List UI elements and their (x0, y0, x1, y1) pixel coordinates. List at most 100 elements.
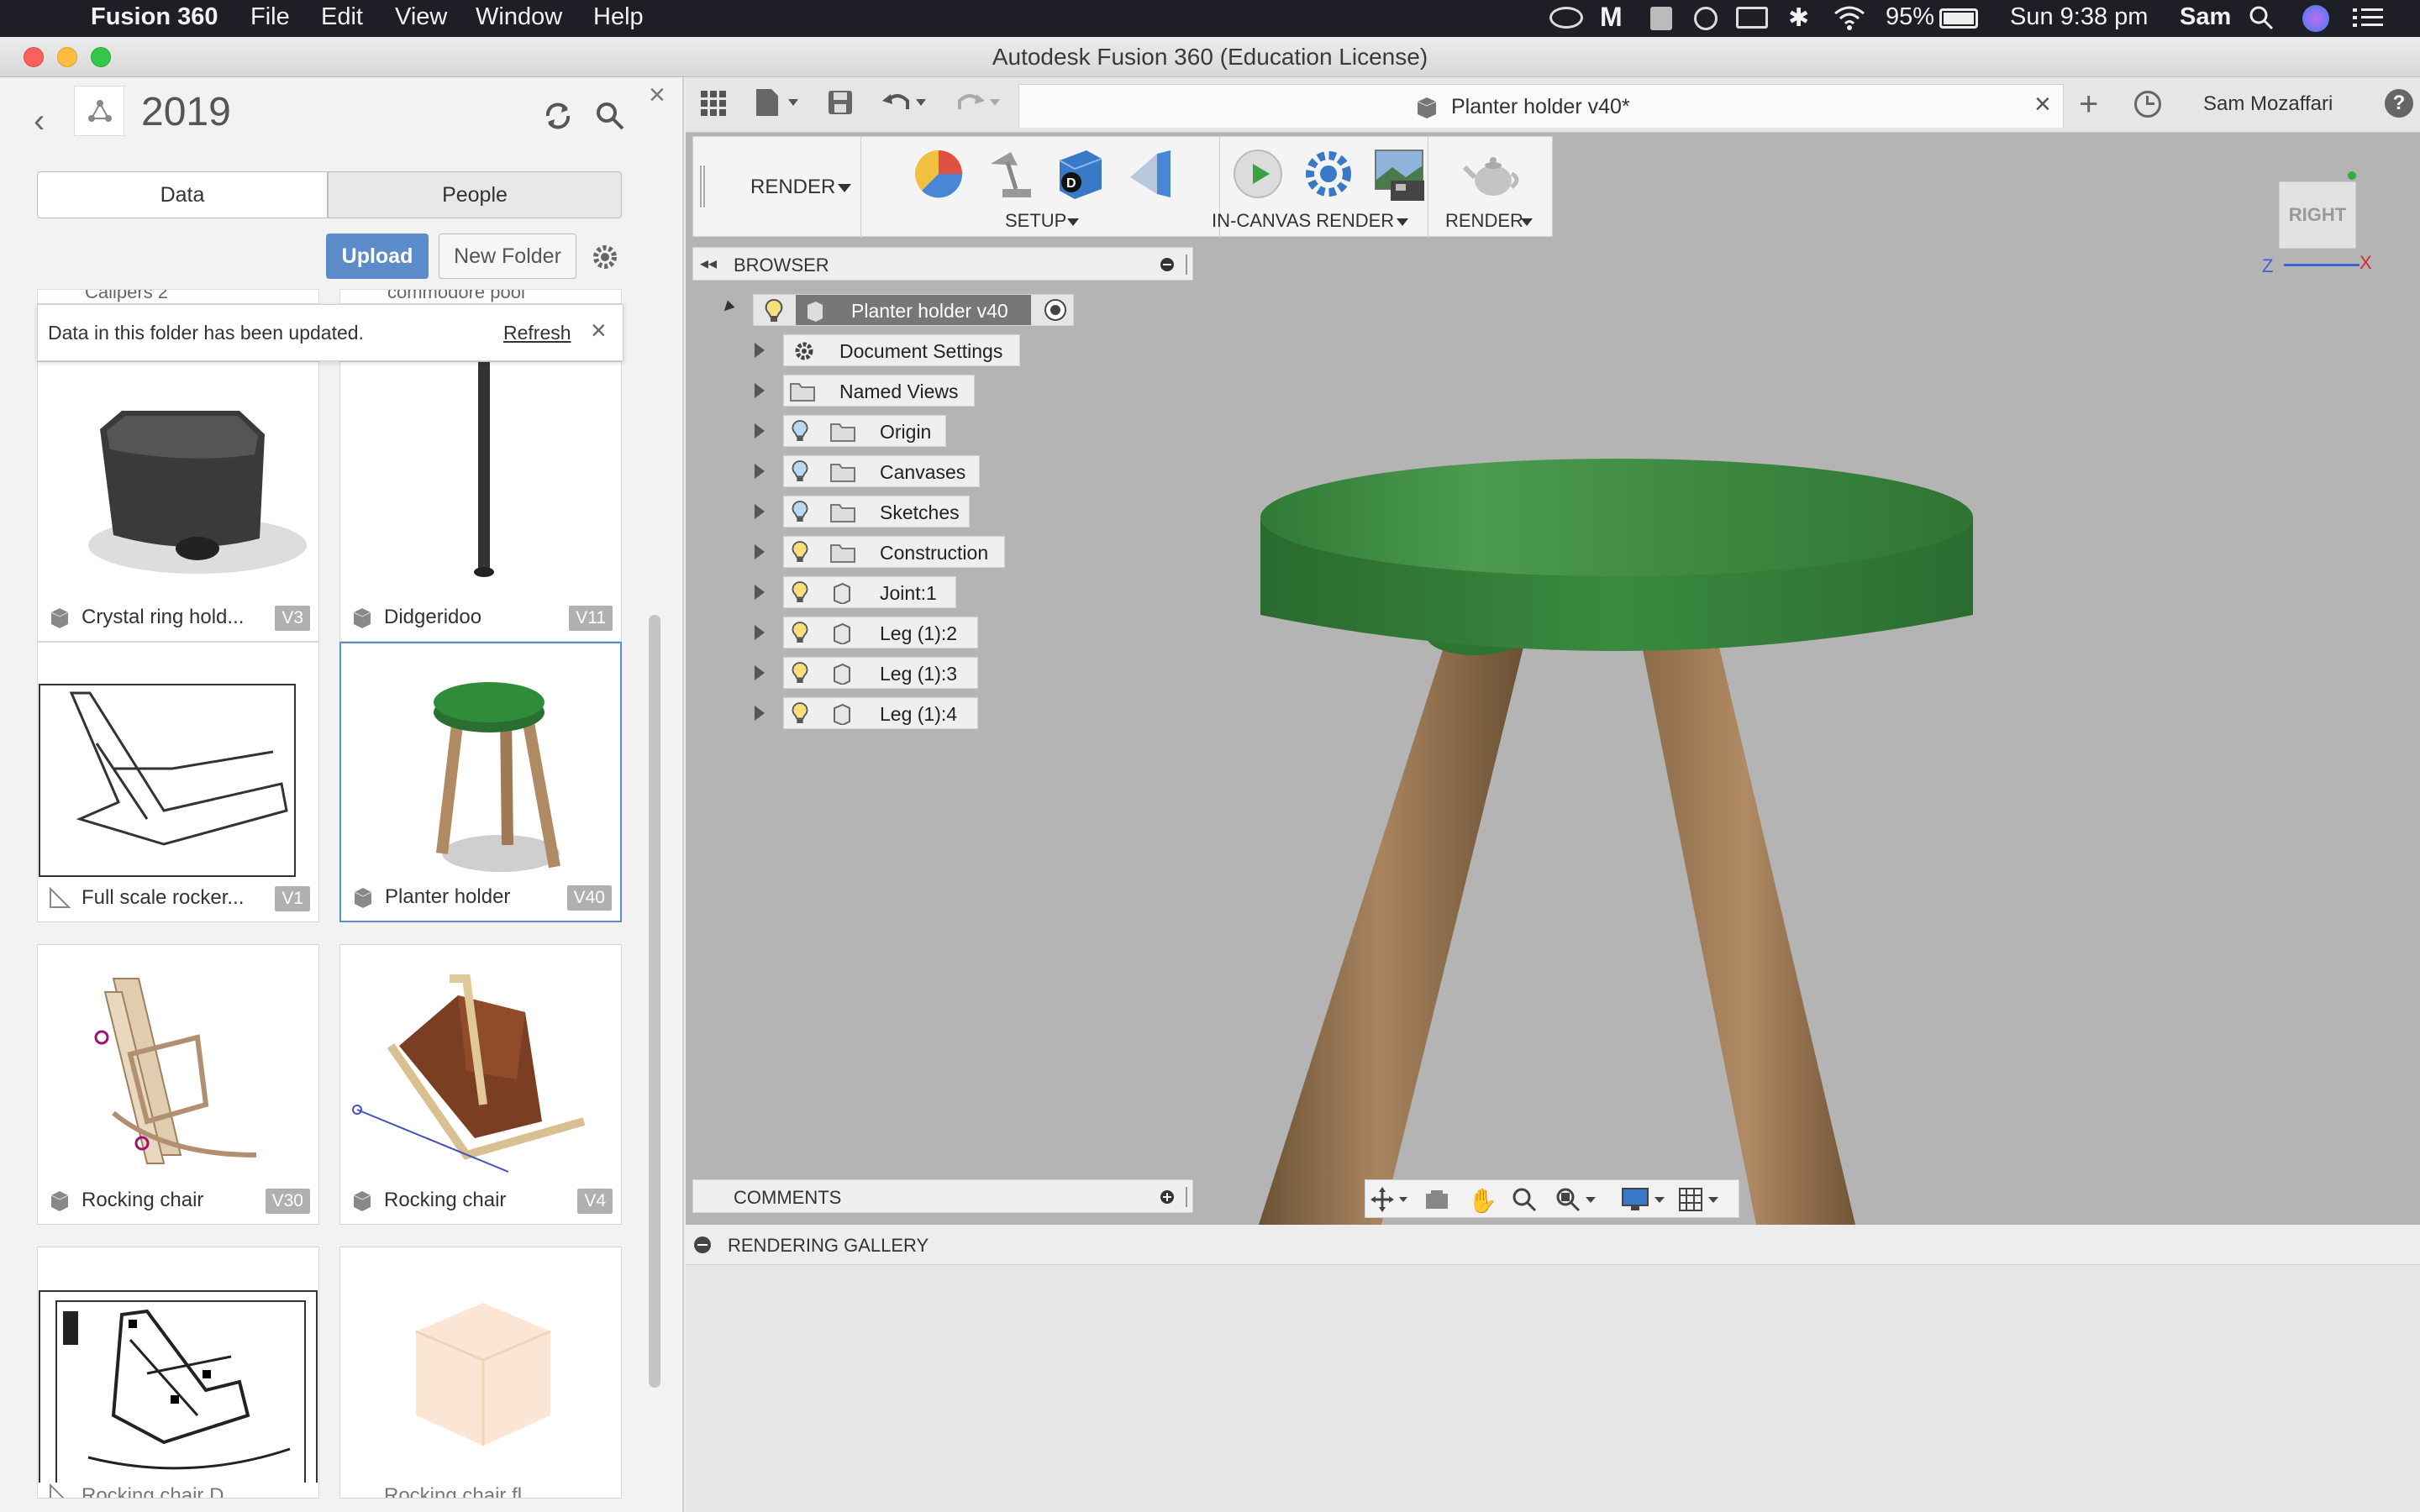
battery-icon[interactable] (1939, 8, 1978, 29)
look-at-icon[interactable] (1424, 1189, 1449, 1215)
visibility-bulb-icon[interactable] (791, 540, 809, 569)
design-card[interactable]: Crystal ring hold... V3 (37, 361, 319, 642)
menu-edit[interactable]: Edit (321, 3, 363, 31)
display-settings-icon[interactable] (1621, 1187, 1668, 1216)
expand-icon[interactable] (755, 464, 765, 479)
tab-people[interactable]: People (328, 171, 622, 218)
appearance-icon[interactable] (912, 147, 965, 205)
orbit-icon[interactable] (1370, 1187, 1411, 1216)
airplay-icon[interactable] (1736, 7, 1768, 29)
design-card[interactable]: Rocking chair V30 (37, 944, 319, 1225)
undo-icon[interactable] (882, 89, 933, 120)
browser-pin-icon[interactable] (1160, 258, 1174, 271)
browser-node-construction[interactable]: Construction (783, 536, 1005, 568)
visibility-bulb-icon[interactable] (791, 661, 809, 690)
scrollbar-thumb[interactable] (649, 615, 660, 1388)
decal-icon[interactable]: D (1053, 147, 1107, 205)
close-tab-icon[interactable]: × (2034, 88, 2051, 121)
add-comment-icon[interactable] (1160, 1190, 1174, 1204)
menu-window[interactable]: Window (476, 3, 562, 31)
collapse-gallery-icon[interactable] (694, 1236, 711, 1253)
visibility-bulb-icon[interactable] (791, 621, 809, 649)
in-canvas-render-settings-icon[interactable] (1302, 147, 1355, 205)
visibility-bulb-icon[interactable] (791, 580, 809, 609)
design-card[interactable]: Rocking chair D... (37, 1247, 319, 1499)
document-tab[interactable]: Planter holder v40* × (1018, 84, 2064, 128)
browser-node-leg-3[interactable]: Leg (1):3 (783, 657, 978, 689)
browser-node-joint-1[interactable]: Joint:1 (783, 576, 956, 608)
menu-file[interactable]: File (250, 3, 290, 31)
account-name[interactable]: Sam Mozaffari (2203, 92, 2333, 116)
redo-icon[interactable] (955, 89, 1005, 120)
job-status-clock-icon[interactable] (2134, 91, 2161, 118)
texture-map-icon[interactable] (1123, 147, 1177, 205)
refresh-link[interactable]: Refresh (503, 322, 571, 344)
card-cutoff[interactable]: commodore pool (339, 289, 622, 304)
expand-icon[interactable] (755, 423, 765, 438)
comments-grip[interactable] (1186, 1187, 1187, 1207)
grid-settings-icon[interactable] (1678, 1187, 1730, 1216)
menu-help[interactable]: Help (593, 3, 644, 31)
ribbon-grip[interactable] (700, 165, 705, 207)
browser-node-leg-2[interactable]: Leg (1):2 (783, 617, 978, 648)
back-chevron-icon[interactable]: ‹ (34, 102, 45, 140)
dismiss-notification-icon[interactable]: × (591, 315, 607, 346)
render-group-label[interactable]: RENDER (1445, 210, 1523, 232)
comments-header[interactable]: COMMENTS (692, 1179, 1193, 1213)
sync-app-icon[interactable] (1650, 7, 1672, 30)
browser-header[interactable]: ◂◂ BROWSER (692, 247, 1193, 281)
expand-icon[interactable] (755, 343, 765, 358)
new-folder-button[interactable]: New Folder (439, 234, 576, 279)
design-card[interactable]: Full scale rocker... V1 (37, 642, 319, 922)
malwarebytes-icon[interactable]: M (1600, 2, 1623, 33)
wifi-icon[interactable] (1833, 5, 1865, 37)
capture-image-icon[interactable] (1372, 147, 1426, 205)
visibility-bulb-icon[interactable] (791, 701, 809, 730)
browser-node-leg-4[interactable]: Leg (1):4 (783, 697, 978, 729)
in-canvas-render-dropdown-icon[interactable] (1397, 218, 1408, 226)
setup-dropdown-icon[interactable] (1067, 218, 1079, 226)
expand-icon[interactable] (755, 383, 765, 398)
expand-icon[interactable] (755, 706, 765, 721)
bluetooth-icon[interactable]: ✱ (1788, 3, 1809, 33)
search-icon[interactable] (595, 101, 625, 135)
app-menu[interactable]: Fusion 360 (91, 3, 218, 31)
clock[interactable]: Sun 9:38 pm (2010, 3, 2148, 31)
vpn-icon[interactable] (1694, 7, 1718, 30)
data-panel-grid-icon[interactable] (699, 89, 728, 122)
visibility-bulb-icon[interactable] (791, 459, 809, 488)
fit-zoom-icon[interactable] (1555, 1187, 1599, 1216)
browser-node-origin[interactable]: Origin (783, 415, 946, 447)
card-cutoff[interactable]: Calipers 2 (37, 289, 319, 304)
render-teapot-icon[interactable] (1462, 147, 1523, 205)
setup-group-label[interactable]: SETUP (1005, 210, 1066, 232)
visibility-bulb-icon[interactable] (791, 500, 809, 528)
creative-cloud-icon[interactable] (1549, 7, 1583, 29)
expand-icon[interactable] (755, 544, 765, 559)
in-canvas-render-group-label[interactable]: IN-CANVAS RENDER (1212, 210, 1394, 232)
user-menu[interactable]: Sam (2180, 3, 2231, 31)
new-tab-plus-icon[interactable]: + (2079, 87, 2098, 121)
rendering-gallery-header[interactable]: RENDERING GALLERY (686, 1225, 2420, 1265)
upload-button[interactable]: Upload (326, 234, 429, 279)
browser-node-sketches[interactable]: Sketches (783, 496, 970, 528)
siri-icon[interactable] (2302, 5, 2329, 32)
expand-icon[interactable] (755, 665, 765, 680)
settings-gear-icon[interactable] (588, 240, 622, 278)
help-icon[interactable]: ? (2385, 89, 2413, 118)
menu-view[interactable]: View (395, 3, 447, 31)
design-card-selected[interactable]: Planter holder V40 (339, 642, 622, 922)
browser-grip[interactable] (1186, 255, 1187, 275)
file-menu-icon[interactable] (753, 87, 803, 122)
browser-node-named-views[interactable]: Named Views (783, 375, 975, 407)
visibility-bulb-icon[interactable] (764, 298, 784, 328)
scene-settings-lamp-icon[interactable] (982, 147, 1036, 205)
pan-hand-icon[interactable]: ✋ (1468, 1187, 1497, 1215)
workspace-switcher[interactable]: RENDER (713, 137, 861, 238)
expand-icon[interactable] (755, 504, 765, 519)
expand-icon[interactable] (755, 585, 765, 600)
viewcube[interactable]: RIGHT (2279, 181, 2356, 249)
render-dropdown-icon[interactable] (1521, 218, 1533, 226)
browser-node-document-settings[interactable]: Document Settings (783, 334, 1020, 366)
in-canvas-render-play-icon[interactable] (1231, 147, 1285, 205)
